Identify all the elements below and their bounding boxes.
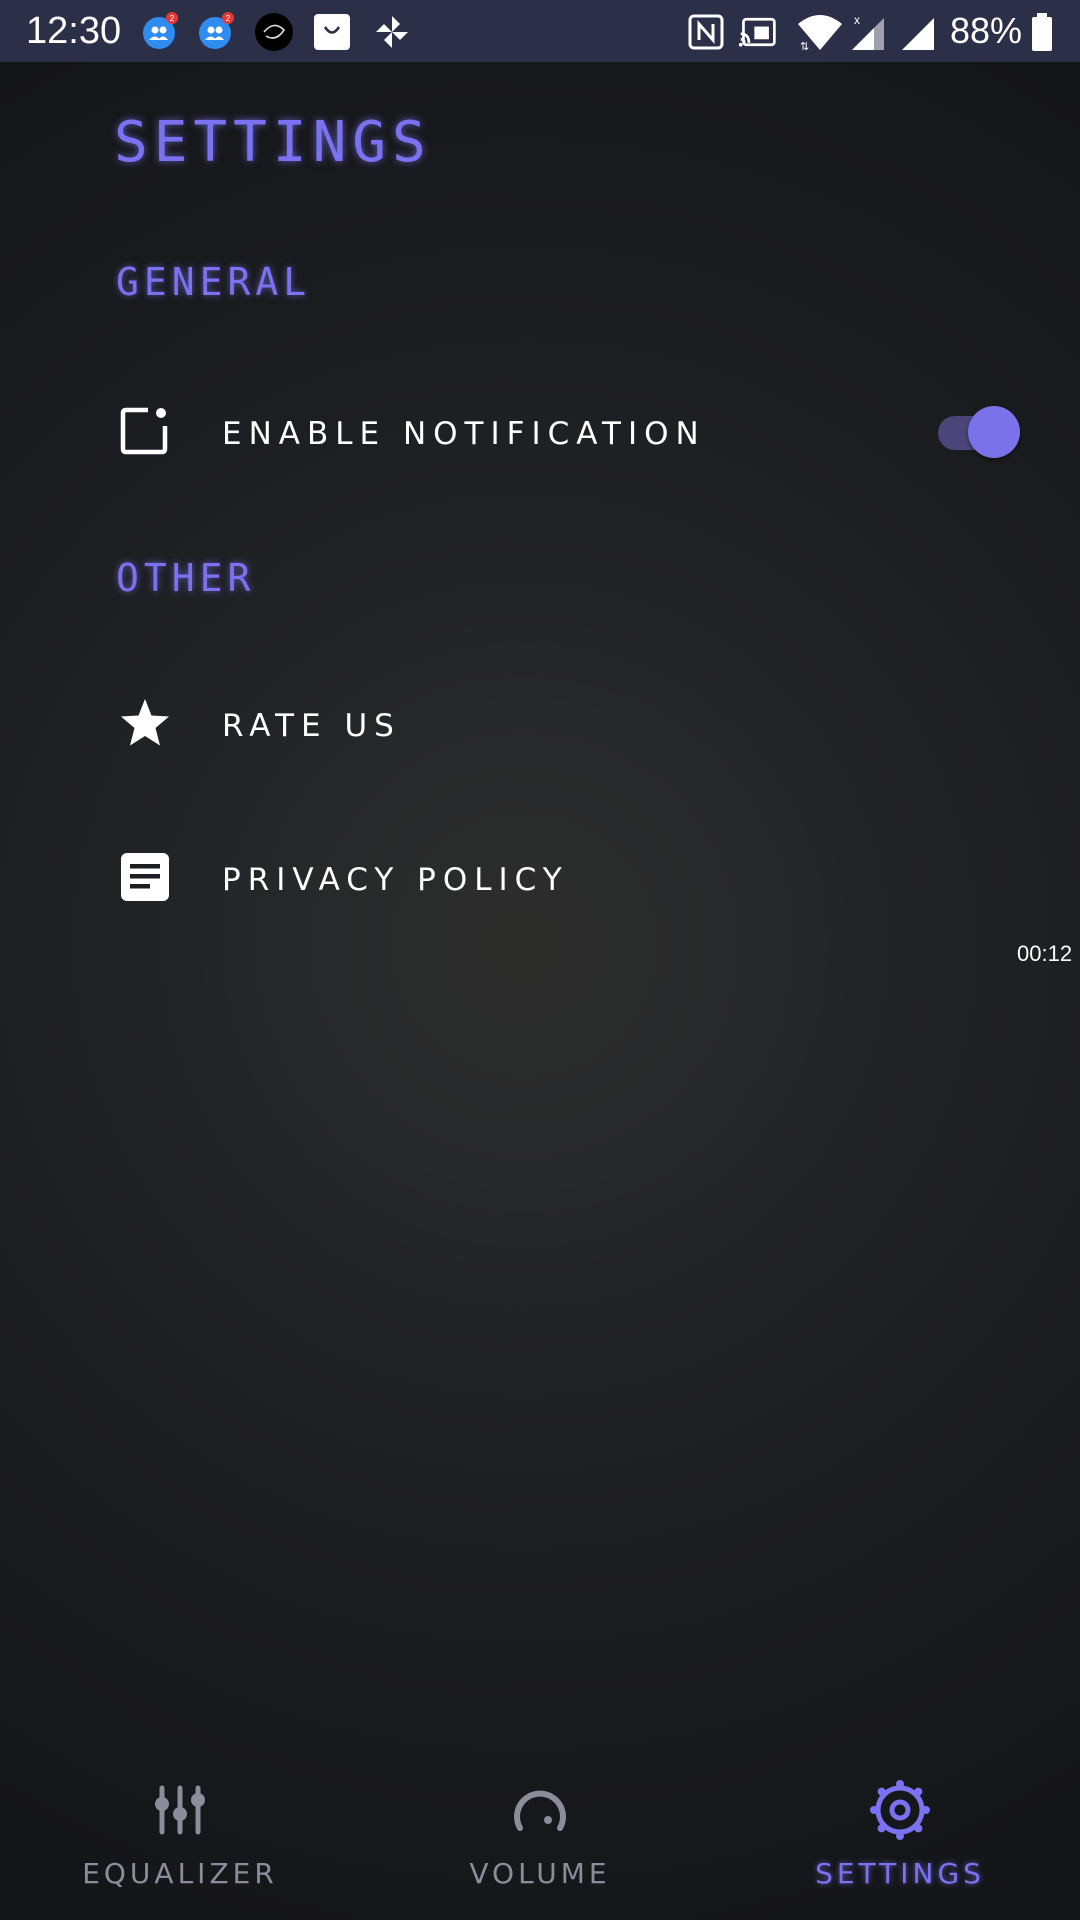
privacy-policy-row[interactable]: PRIVACY POLICY — [0, 824, 1080, 934]
document-icon — [121, 853, 169, 901]
status-bar: 12:30 2 2 ⇅ x 88% — [0, 0, 1080, 62]
messenger-icon: 2 — [199, 12, 234, 49]
section-title-general: GENERAL — [116, 260, 312, 304]
wifi-icon: ⇅ — [798, 15, 842, 52]
nfc-icon — [688, 14, 724, 50]
shopping-bag-icon — [314, 14, 350, 50]
toggle-thumb — [968, 406, 1020, 458]
bottom-nav: EQUALIZER VOLUME SETTINGS — [0, 1760, 1080, 1920]
dial-icon — [514, 1790, 566, 1831]
app-screen: 12:30 2 2 ⇅ x 88% SETTINGS GENERAL ENABL… — [0, 0, 1080, 1920]
privacy-policy-label: PRIVACY POLICY — [222, 862, 569, 898]
notification-icon — [120, 407, 168, 455]
cast-icon — [738, 17, 776, 47]
page-title: SETTINGS — [114, 110, 432, 175]
battery-percent: 88% — [950, 10, 1023, 51]
svg-text:x: x — [854, 13, 860, 27]
nav-label-equalizer: EQUALIZER — [82, 1857, 278, 1890]
svg-text:⇅: ⇅ — [800, 41, 809, 52]
nav-equalizer[interactable]: EQUALIZER — [0, 1760, 360, 1920]
sliders-icon — [155, 1785, 205, 1835]
enable-notification-row[interactable]: ENABLE NOTIFICATION — [0, 378, 1080, 488]
nav-label-volume: VOLUME — [469, 1857, 611, 1890]
nav-settings[interactable]: SETTINGS — [720, 1760, 1080, 1920]
battery-icon — [1032, 13, 1052, 51]
nav-volume[interactable]: VOLUME — [360, 1760, 720, 1920]
badge-count: 2 — [170, 14, 175, 23]
nav-label-settings: SETTINGS — [815, 1857, 985, 1890]
rate-us-row[interactable]: RATE US — [0, 670, 1080, 780]
status-time: 12:30 — [26, 10, 122, 52]
app-circle-icon — [255, 13, 293, 51]
signal-icon: x — [852, 13, 884, 50]
notification-toggle[interactable] — [938, 406, 1020, 458]
overlay-timer: 00:12 — [1017, 941, 1073, 966]
gear-icon — [870, 1780, 930, 1840]
badge-count: 2 — [226, 14, 231, 23]
rate-us-label: RATE US — [222, 708, 401, 744]
signal-icon — [902, 18, 934, 50]
pinwheel-icon — [376, 16, 408, 48]
star-icon — [121, 699, 169, 746]
enable-notification-label: ENABLE NOTIFICATION — [222, 416, 706, 452]
section-title-other: OTHER — [116, 556, 256, 600]
messenger-icon: 2 — [143, 12, 178, 49]
